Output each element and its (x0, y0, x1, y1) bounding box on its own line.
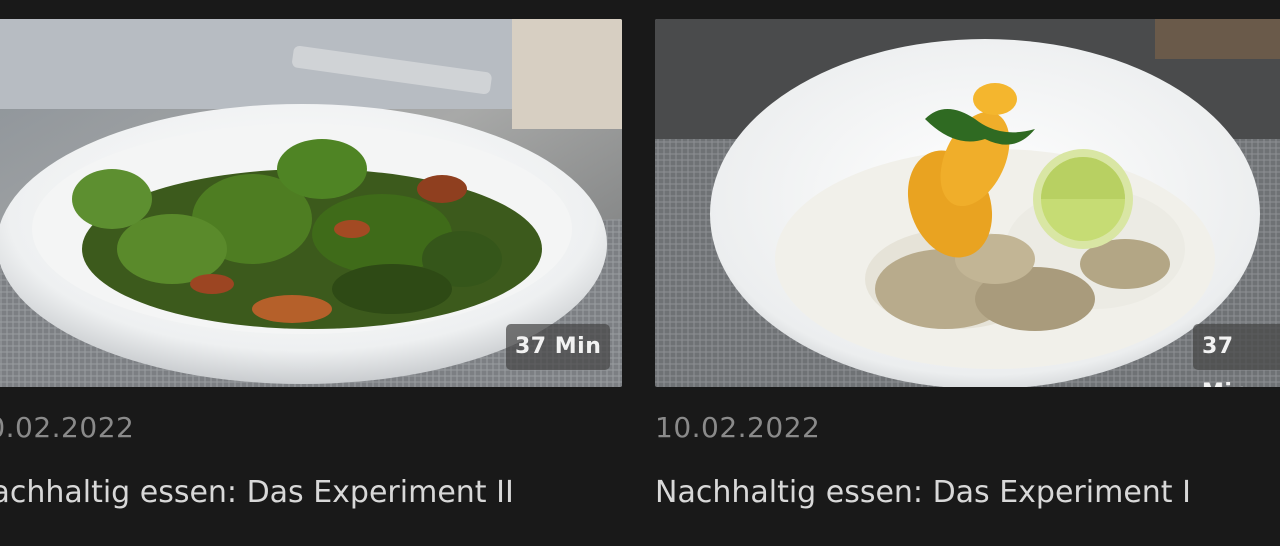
duration-badge: 37 Min (506, 324, 611, 370)
episode-title[interactable]: Nachhaltig essen: Das Experiment II (0, 475, 514, 510)
episode-thumbnail[interactable]: 37 Min (655, 19, 1280, 387)
episode-date: 10.02.2022 (655, 411, 821, 444)
episode-card-experiment-1[interactable]: 37 Min 10.02.2022 Nachhaltig essen: Das … (655, 19, 1280, 510)
episode-title[interactable]: Nachhaltig essen: Das Experiment I (655, 475, 1191, 510)
episode-card-experiment-2[interactable]: 37 Min 10.02.2022 Nachhaltig essen: Das … (0, 19, 622, 510)
episode-row: 37 Min 10.02.2022 Nachhaltig essen: Das … (0, 0, 1280, 546)
duration-badge: 37 Min (1193, 324, 1280, 387)
episode-date: 10.02.2022 (0, 411, 135, 444)
curry-rice-bowl-image (655, 19, 1280, 387)
episode-thumbnail[interactable]: 37 Min (0, 19, 622, 387)
